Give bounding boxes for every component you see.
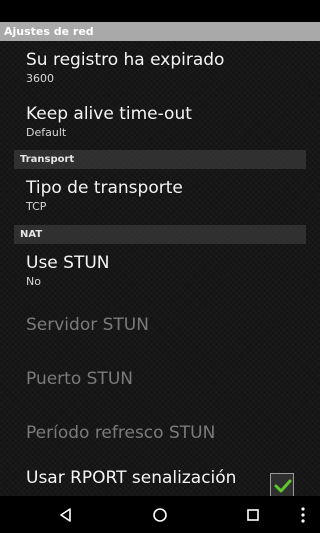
pref-title: Use STUN [26,253,110,273]
status-bar [0,0,320,22]
pref-servidor-stun: Servidor STUN [26,315,320,335]
pref-title: Puerto STUN [26,369,133,389]
recents-icon [247,508,259,521]
pref-tipo-transporte[interactable]: Tipo de transporte TCP [26,178,320,214]
pref-keep-alive[interactable]: Keep alive time-out Default [26,104,320,140]
navigation-bar [0,496,320,533]
pref-periodo-refresco-stun: Período refresco STUN [26,423,320,443]
pref-title: Período refresco STUN [26,423,216,443]
home-button[interactable] [142,496,178,533]
pref-summary: TCP [26,200,47,213]
recents-button[interactable] [235,496,271,533]
pref-summary: Default [26,126,67,139]
page-title: Ajustes de red [0,22,320,41]
pref-use-stun[interactable]: Use STUN No [26,253,320,289]
back-icon [60,507,71,522]
pref-title: Tipo de transporte [26,178,183,198]
back-button[interactable] [48,496,84,533]
checkmark-icon [274,479,292,493]
pref-puerto-stun: Puerto STUN [26,369,320,389]
category-nat: NAT [14,225,306,244]
pref-summary: No [26,275,41,288]
pref-registro-expiracion[interactable]: Su registro ha expirado 3600 [26,50,320,86]
overflow-menu-icon [301,506,305,523]
overflow-menu-button[interactable] [292,496,314,533]
pref-title: Su registro ha expirado [26,50,225,70]
pref-title: Keep alive time-out [26,104,192,124]
pref-summary: 3600 [26,72,54,85]
rport-checkbox[interactable] [270,473,294,497]
pref-title: Servidor STUN [26,315,149,335]
category-transport: Transport [14,150,306,169]
home-icon [153,507,167,522]
